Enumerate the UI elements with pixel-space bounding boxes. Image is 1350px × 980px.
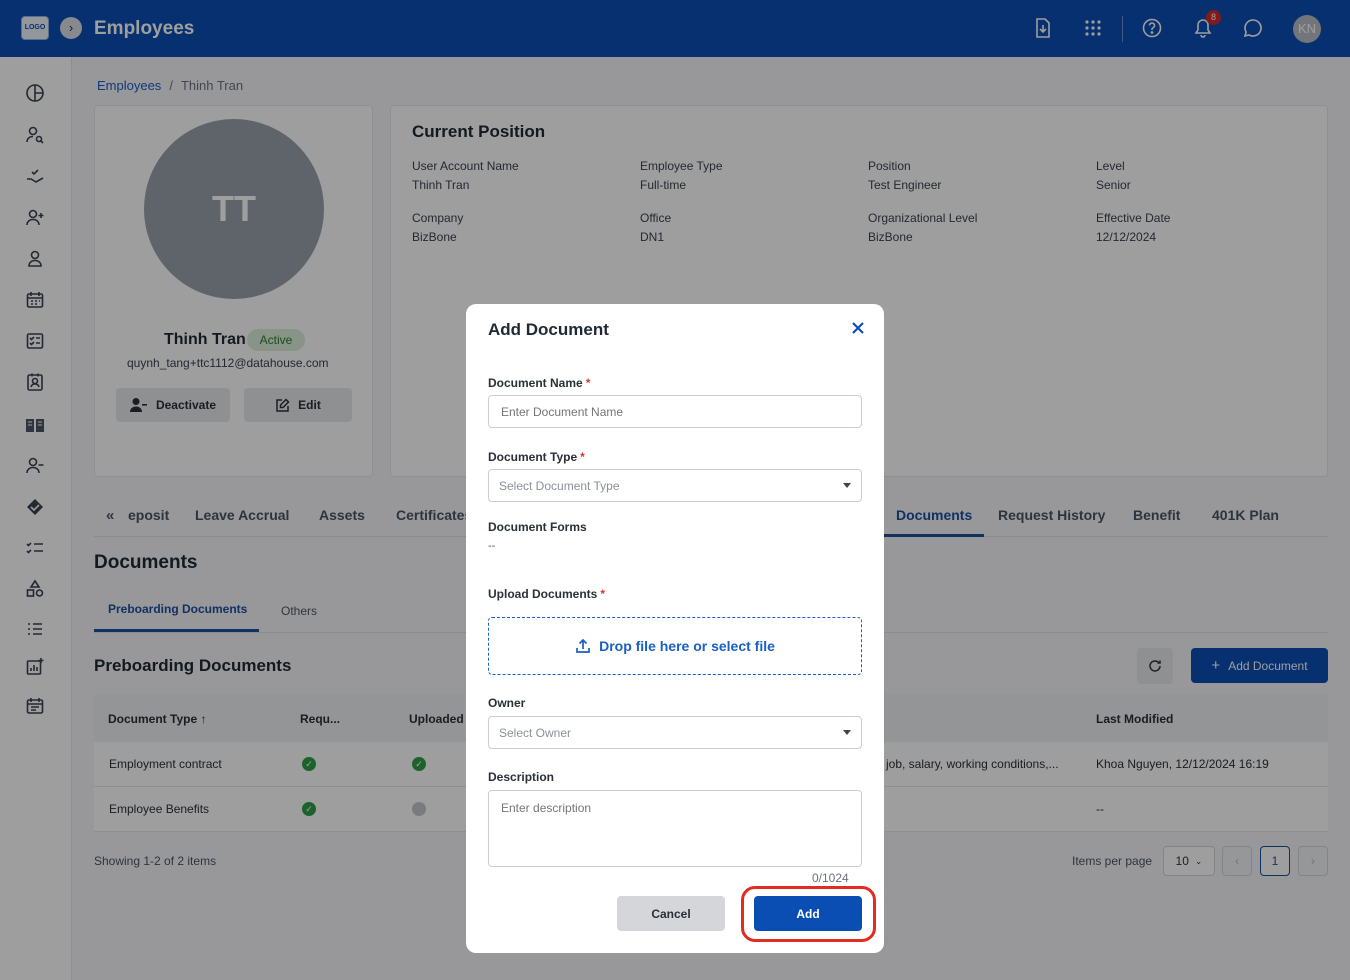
- owner-select[interactable]: Select Owner: [488, 716, 862, 749]
- cancel-button[interactable]: Cancel: [617, 896, 725, 931]
- upload-icon: [576, 638, 590, 653]
- modal-title: Add Document: [488, 320, 609, 339]
- document-type-placeholder: Select Document Type: [499, 478, 620, 493]
- document-name-input[interactable]: [488, 395, 862, 428]
- description-textarea[interactable]: [488, 790, 862, 867]
- document-forms-label: Document Forms: [488, 520, 587, 534]
- close-icon[interactable]: [850, 320, 868, 338]
- dropzone-text: Drop file here or select file: [599, 638, 775, 654]
- document-type-select[interactable]: Select Document Type: [488, 469, 862, 502]
- document-forms-value: --: [488, 540, 496, 552]
- description-label: Description: [488, 770, 555, 784]
- caret-down-icon: [843, 483, 851, 488]
- add-document-modal: Add Document Document Name* Document Typ…: [466, 304, 884, 953]
- caret-down-icon: [843, 730, 851, 735]
- document-name-label: Document Name *: [488, 376, 591, 390]
- owner-placeholder: Select Owner: [499, 725, 572, 740]
- file-dropzone[interactable]: Drop file here or select file: [488, 617, 862, 675]
- add-button-highlight: [741, 886, 876, 942]
- upload-documents-label: Upload Documents *: [488, 587, 606, 601]
- character-count: 0/1024: [812, 871, 849, 885]
- document-type-label: Document Type *: [488, 450, 585, 464]
- owner-label: Owner: [488, 696, 526, 710]
